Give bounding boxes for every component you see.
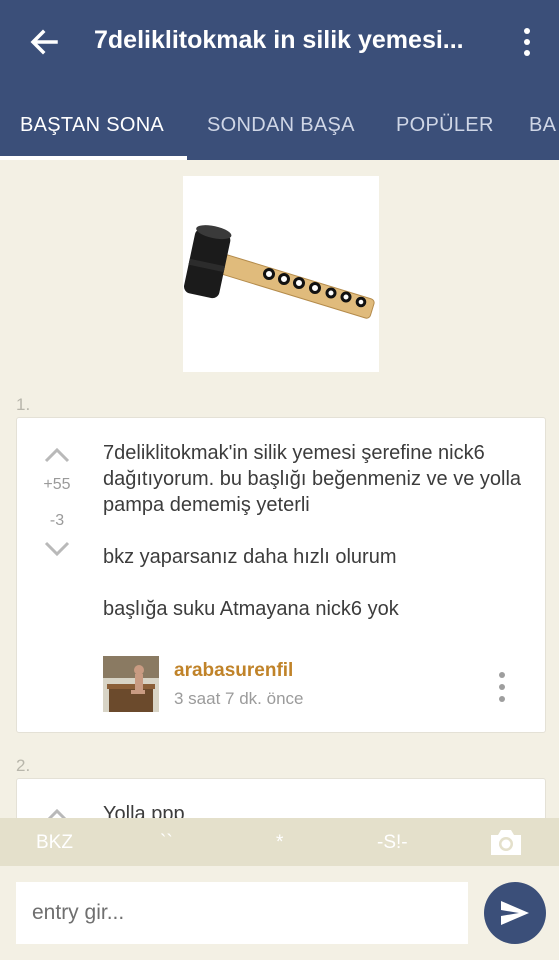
- entry-body: 7deliklitokmak'in silik yemesi şerefine …: [103, 440, 528, 648]
- back-arrow-icon[interactable]: [26, 24, 62, 60]
- overflow-menu-icon[interactable]: [514, 26, 540, 58]
- downvote-count: -3: [49, 512, 65, 529]
- spoiler-button[interactable]: -S!-: [377, 832, 408, 854]
- entry-paragraph: 7deliklitokmak'in silik yemesi şerefine …: [103, 442, 522, 516]
- entry-card: +55 -3 7deliklitokmak'in silik yemesi şe…: [16, 417, 546, 733]
- backtick-button[interactable]: ``: [160, 832, 173, 854]
- sort-tabs: BAŞTAN SONA SONDAN BAŞA POPÜLER BA: [0, 100, 559, 160]
- camera-icon[interactable]: [489, 827, 523, 857]
- bkz-button[interactable]: BKZ: [36, 832, 73, 854]
- entry-paragraph: başlığa suku Atmayana nick6 yok: [103, 598, 399, 620]
- downvote-icon[interactable]: [43, 540, 71, 558]
- composer-bar: [0, 866, 559, 960]
- author-name[interactable]: arabasurenfil: [174, 660, 293, 682]
- topic-image[interactable]: [183, 176, 379, 372]
- send-icon: [501, 901, 529, 925]
- mallet-image: [183, 225, 375, 319]
- send-button[interactable]: [484, 882, 546, 944]
- entry-timestamp: 3 saat 7 dk. önce: [174, 689, 304, 708]
- entry-number: 1.: [16, 395, 31, 414]
- active-tab-indicator: [0, 156, 187, 160]
- author-avatar[interactable]: [103, 656, 159, 712]
- entry-input[interactable]: [16, 882, 468, 944]
- star-button[interactable]: *: [276, 832, 283, 854]
- entry-paragraph: bkz yaparsanız daha hızlı olurum: [103, 546, 397, 568]
- upvote-count: +55: [43, 476, 71, 493]
- tab-sondan-basa[interactable]: SONDAN BAŞA: [207, 114, 355, 137]
- format-toolbar: BKZ `` * -S!-: [0, 818, 559, 866]
- vote-column: +55 -3: [33, 446, 81, 558]
- tab-more[interactable]: BA: [529, 114, 556, 137]
- topic-title: 7deliklitokmak in silik yemesi...: [94, 26, 464, 54]
- entry-menu-icon[interactable]: [495, 670, 509, 704]
- tab-populer[interactable]: POPÜLER: [396, 114, 494, 137]
- entry-number: 2.: [16, 756, 31, 775]
- tab-bastan-sona[interactable]: BAŞTAN SONA: [20, 114, 164, 137]
- app-bar: 7deliklitokmak in silik yemesi... BAŞTAN…: [0, 0, 559, 160]
- upvote-icon[interactable]: [43, 446, 71, 464]
